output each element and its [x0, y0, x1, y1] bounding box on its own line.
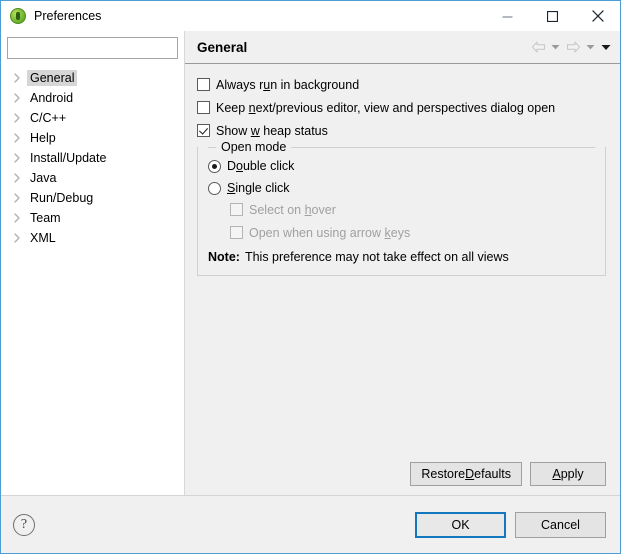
preferences-tree: General Android C/C++ Help Install/Updat…: [1, 68, 184, 495]
radio-single-click[interactable]: Single click: [208, 177, 595, 199]
checkbox-open-when-using-arrow-keys: Open when using arrow keys: [208, 222, 595, 243]
radio-label: Double click: [227, 159, 295, 173]
sidebar-item-team[interactable]: Team: [1, 208, 184, 228]
sidebar-item-general[interactable]: General: [1, 68, 184, 88]
preference-page: General Always run in background Keep ne…: [185, 31, 620, 495]
maximize-icon[interactable]: [530, 1, 575, 31]
chevron-right-icon[interactable]: [13, 73, 27, 83]
filter-container: [1, 31, 184, 59]
window-title: Preferences: [34, 9, 102, 23]
ok-button[interactable]: OK: [415, 511, 506, 538]
chevron-right-icon[interactable]: [13, 173, 27, 183]
title-bar: Preferences: [1, 1, 620, 31]
preferences-sidebar: General Android C/C++ Help Install/Updat…: [1, 31, 185, 495]
sidebar-item-label: Android: [30, 91, 74, 105]
sidebar-item-label: Run/Debug: [30, 191, 94, 205]
checkbox-keep-next-previous-editor[interactable]: Keep next/previous editor, view and pers…: [197, 97, 606, 118]
page-header: General: [185, 31, 620, 64]
sidebar-item-install-update[interactable]: Install/Update: [1, 148, 184, 168]
preferences-dialog: Preferences General Android C/C++ Help I…: [0, 0, 621, 554]
note-text: This preference may not take effect on a…: [244, 250, 509, 264]
window-controls: [485, 1, 620, 31]
sidebar-item-label: Java: [30, 171, 57, 185]
sidebar-item-c-cpp[interactable]: C/C++: [1, 108, 184, 128]
sidebar-item-label: XML: [30, 231, 56, 245]
apply-button[interactable]: Apply: [530, 462, 606, 486]
radio-circle[interactable]: [208, 181, 221, 195]
close-icon[interactable]: [575, 1, 620, 31]
page-content: Always run in background Keep next/previ…: [185, 64, 620, 462]
page-toolbar: [529, 37, 612, 57]
filter-input[interactable]: [7, 37, 178, 59]
back-arrow-icon[interactable]: [529, 37, 547, 57]
sidebar-item-android[interactable]: Android: [1, 88, 184, 108]
chevron-right-icon[interactable]: [13, 213, 27, 223]
checkbox-box[interactable]: [197, 124, 210, 137]
radio-label: Single click: [227, 181, 290, 195]
legend-line-left: [208, 147, 216, 148]
sidebar-item-xml[interactable]: XML: [1, 228, 184, 248]
radio-circle[interactable]: [208, 159, 221, 173]
sidebar-item-label: General: [27, 70, 78, 86]
page-button-bar: Restore Defaults Apply: [185, 462, 620, 495]
sidebar-item-java[interactable]: Java: [1, 168, 184, 188]
view-menu-chevron-down-icon[interactable]: [599, 37, 612, 57]
sidebar-item-label: Install/Update: [30, 151, 107, 165]
radio-double-click[interactable]: Double click: [208, 155, 595, 177]
checkbox-select-on-hover: Select on hover: [208, 199, 595, 220]
chevron-right-icon[interactable]: [13, 93, 27, 103]
sidebar-item-label: Team: [30, 211, 61, 225]
sidebar-item-help[interactable]: Help: [1, 128, 184, 148]
checkbox-label: Open when using arrow keys: [249, 225, 411, 240]
page-title: General: [197, 39, 248, 55]
group-content: Double click Single click Select on hove…: [208, 148, 595, 267]
sidebar-item-run-debug[interactable]: Run/Debug: [1, 188, 184, 208]
open-mode-note: Note: This preference may not take effec…: [208, 247, 595, 267]
checkbox-label: Keep next/previous editor, view and pers…: [216, 100, 556, 115]
legend-line-right: [291, 147, 595, 148]
checkbox-show-heap-status[interactable]: Show w heap status: [197, 120, 606, 141]
checkbox-box[interactable]: [197, 101, 210, 114]
dialog-footer: ? OK Cancel: [1, 495, 620, 553]
checkbox-box: [230, 203, 243, 216]
chevron-right-icon[interactable]: [13, 153, 27, 163]
sidebar-item-label: Help: [30, 131, 56, 145]
checkbox-box: [230, 226, 243, 239]
checkbox-label: Always run in background: [216, 77, 360, 92]
chevron-right-icon[interactable]: [13, 193, 27, 203]
sidebar-item-label: C/C++: [30, 111, 67, 125]
footer-buttons: OK Cancel: [415, 511, 606, 538]
chevron-right-icon[interactable]: [13, 113, 27, 123]
note-label: Note:: [208, 250, 240, 264]
help-icon[interactable]: ?: [13, 513, 35, 536]
checkbox-label: Show w heap status: [216, 123, 328, 138]
chevron-right-icon[interactable]: [13, 133, 27, 143]
forward-chevron-down-icon[interactable]: [584, 37, 597, 57]
open-mode-group: Open mode Double click Single click Sele…: [197, 140, 606, 276]
group-legend: Open mode: [208, 140, 595, 154]
eclipse-green-circle-icon: [10, 8, 26, 24]
minimize-icon[interactable]: [485, 1, 530, 31]
cancel-button[interactable]: Cancel: [515, 511, 606, 538]
checkbox-box[interactable]: [197, 78, 210, 91]
checkbox-always-run-in-background[interactable]: Always run in background: [197, 74, 606, 95]
group-title: Open mode: [221, 139, 287, 154]
dialog-body: General Android C/C++ Help Install/Updat…: [1, 31, 620, 495]
checkbox-label: Select on hover: [249, 202, 336, 217]
chevron-right-icon[interactable]: [13, 233, 27, 243]
back-chevron-down-icon[interactable]: [549, 37, 562, 57]
forward-arrow-icon[interactable]: [564, 37, 582, 57]
restore-defaults-button[interactable]: Restore Defaults: [410, 462, 522, 486]
